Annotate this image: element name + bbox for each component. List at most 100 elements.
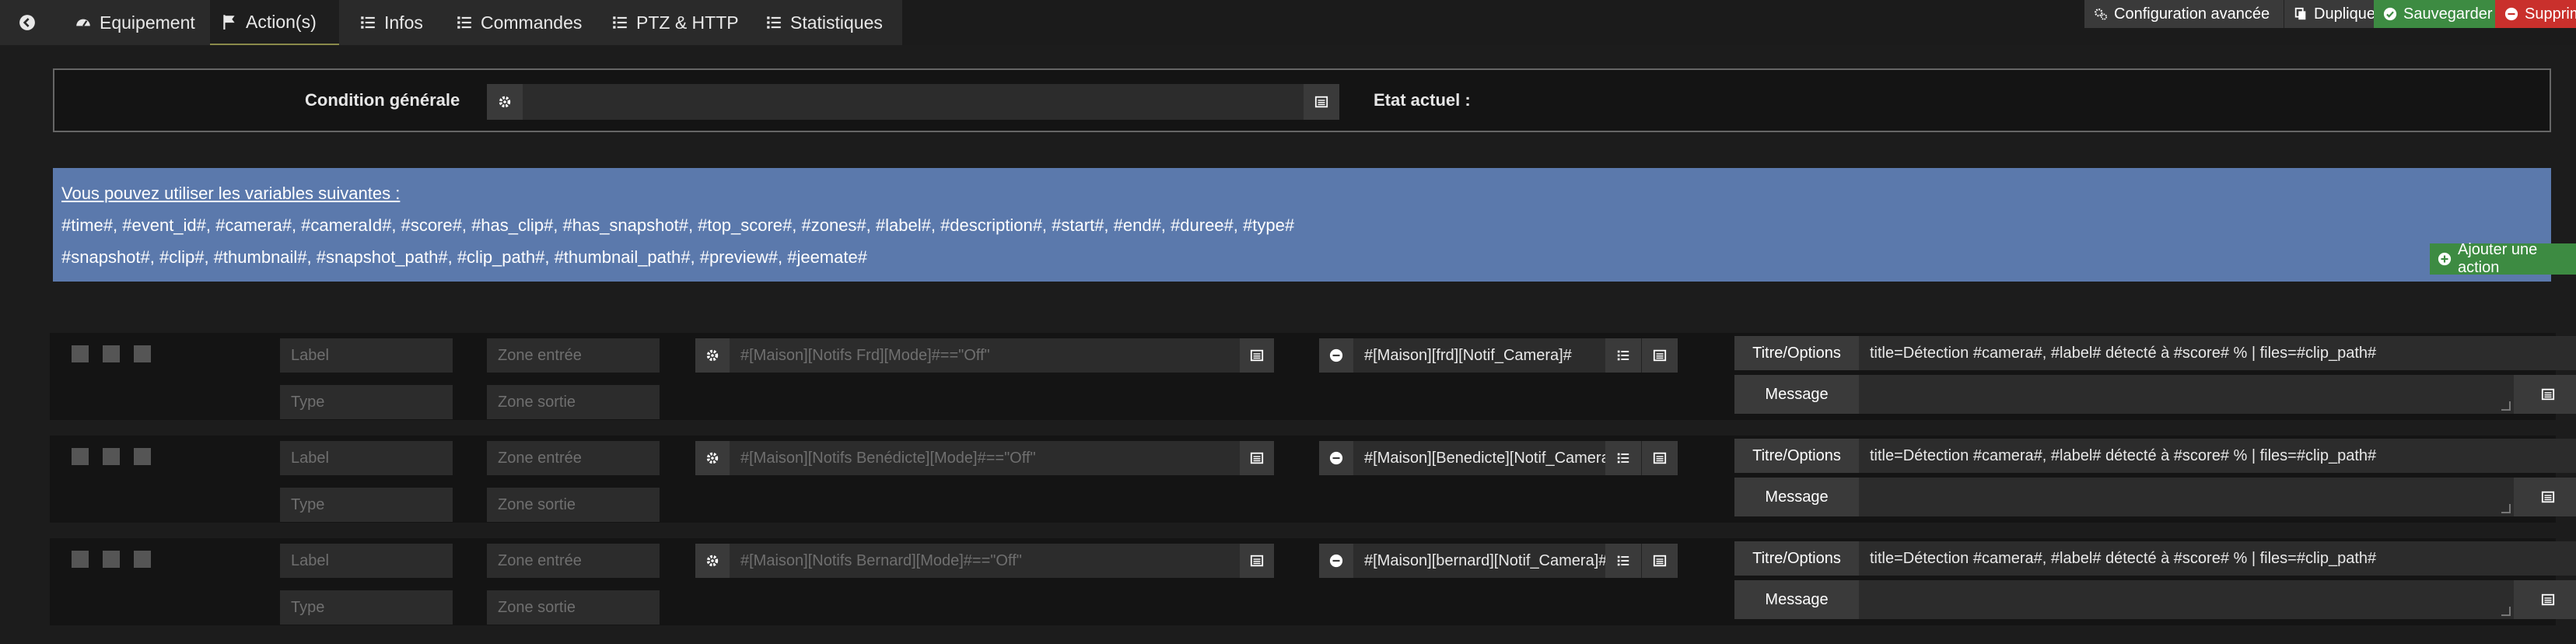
- condition-list-button[interactable]: [1240, 441, 1274, 475]
- zone-out-input[interactable]: Zone sortie: [487, 385, 660, 419]
- tab-label: Commandes: [481, 12, 583, 33]
- variables-line-1: #time#, #event_id#, #camera#, #cameraId#…: [61, 215, 1295, 235]
- action-command-input[interactable]: #[Maison][bernard][Notif_Camera]#: [1353, 544, 1605, 578]
- message-list-button[interactable]: [2514, 580, 2576, 619]
- check-circle-icon: [2383, 7, 2397, 21]
- list-alt-icon: [1314, 95, 1328, 109]
- message-label: Message: [1734, 478, 1859, 516]
- enable-checkbox[interactable]: [72, 551, 89, 568]
- label-input[interactable]: Label: [280, 544, 453, 578]
- add-action-button[interactable]: Ajouter une action: [2430, 241, 2576, 276]
- message-list-button[interactable]: [2514, 375, 2576, 414]
- enable-checkbox[interactable]: [72, 448, 89, 465]
- plus-circle-icon: [2438, 252, 2452, 266]
- list-alt-icon: [2541, 387, 2555, 401]
- tab-commandes[interactable]: Commandes: [445, 0, 593, 45]
- back-button[interactable]: [0, 0, 54, 45]
- general-condition-label: Condition générale: [305, 90, 460, 110]
- title-options-input[interactable]: title=Détection #camera#, #label# détect…: [1859, 439, 2576, 473]
- list-icon: [1616, 451, 1630, 465]
- condition-list-button[interactable]: [1304, 84, 1339, 120]
- list-icon: [456, 14, 473, 31]
- list-alt-icon: [1250, 554, 1264, 568]
- resize-handle[interactable]: [2501, 504, 2511, 513]
- title-options-label: Titre/Options: [1734, 439, 1859, 473]
- action-condition-input[interactable]: #[Maison][Notifs Frd][Mode]#=="Off": [730, 338, 1240, 373]
- general-condition-input[interactable]: [523, 84, 1304, 120]
- type-input[interactable]: Type: [280, 590, 453, 625]
- flag-icon: [221, 13, 238, 30]
- label-input[interactable]: Label: [280, 441, 453, 475]
- title-options-input[interactable]: title=Détection #camera#, #label# détect…: [1859, 541, 2576, 576]
- action-condition-input[interactable]: #[Maison][Notifs Benédicte][Mode]#=="Off…: [730, 441, 1240, 475]
- resize-handle[interactable]: [2501, 401, 2511, 411]
- message-textarea[interactable]: [1859, 580, 2514, 619]
- condition-gear-button[interactable]: [695, 441, 730, 475]
- title-options-label: Titre/Options: [1734, 541, 1859, 576]
- message-textarea[interactable]: [1859, 478, 2514, 516]
- tab-equipement[interactable]: Equipement: [64, 0, 206, 45]
- command-select-button[interactable]: [1641, 338, 1678, 373]
- zone-in-input[interactable]: Zone entrée: [487, 544, 660, 578]
- save-button[interactable]: Sauvegarder: [2374, 0, 2495, 28]
- command-select-button[interactable]: [1641, 441, 1678, 475]
- condition-gear-button[interactable]: [487, 84, 523, 120]
- command-select-button[interactable]: [1641, 544, 1678, 578]
- type-input[interactable]: Type: [280, 385, 453, 419]
- zone-out-input[interactable]: Zone sortie: [487, 488, 660, 522]
- list-icon: [1616, 554, 1630, 568]
- enable-checkbox[interactable]: [72, 345, 89, 362]
- command-list-button[interactable]: [1605, 338, 1641, 373]
- action-command-input[interactable]: #[Maison][Benedicte][Notif_Camera]: [1353, 441, 1605, 475]
- background-checkbox[interactable]: [103, 551, 120, 568]
- duplicate-label: Dupliquer: [2314, 5, 2381, 23]
- advanced-config-button[interactable]: Configuration avancée: [2084, 0, 2284, 28]
- tab-strip: Equipement Action(s) Infos Commandes PTZ…: [0, 0, 902, 45]
- tab-label: PTZ & HTTP: [636, 12, 739, 33]
- list-icon: [359, 14, 376, 31]
- message-textarea[interactable]: [1859, 375, 2514, 414]
- title-options-input[interactable]: title=Détection #camera#, #label# détect…: [1859, 336, 2576, 370]
- action-row: Label Type Zone entrée Zone sortie #[Mai…: [50, 333, 2576, 420]
- tab-label: Statistiques: [790, 12, 883, 33]
- log-checkbox[interactable]: [134, 345, 151, 362]
- delete-button[interactable]: Supprim: [2495, 0, 2576, 28]
- duplicate-button[interactable]: Dupliquer: [2284, 0, 2381, 28]
- tab-ptz-http[interactable]: PTZ & HTTP: [600, 0, 750, 45]
- background-checkbox[interactable]: [103, 448, 120, 465]
- condition-gear-button[interactable]: [695, 338, 730, 373]
- tab-actions[interactable]: Action(s): [210, 0, 339, 45]
- log-checkbox[interactable]: [134, 551, 151, 568]
- condition-gear-button[interactable]: [695, 544, 730, 578]
- tab-statistiques[interactable]: Statistiques: [754, 0, 894, 45]
- list-alt-icon: [1250, 348, 1264, 362]
- list-alt-icon: [2541, 490, 2555, 504]
- message-list-button[interactable]: [2514, 478, 2576, 516]
- variables-line-2: #snapshot#, #clip#, #thumbnail#, #snapsh…: [61, 247, 867, 267]
- zone-out-input[interactable]: Zone sortie: [487, 590, 660, 625]
- condition-list-button[interactable]: [1240, 338, 1274, 373]
- type-input[interactable]: Type: [280, 488, 453, 522]
- minus-circle-icon: [1329, 348, 1343, 362]
- action-command-input[interactable]: #[Maison][frd][Notif_Camera]#: [1353, 338, 1605, 373]
- tab-infos[interactable]: Infos: [348, 0, 434, 45]
- zone-in-input[interactable]: Zone entrée: [487, 441, 660, 475]
- remove-action-button[interactable]: [1319, 441, 1353, 475]
- remove-action-button[interactable]: [1319, 338, 1353, 373]
- command-list-button[interactable]: [1605, 544, 1641, 578]
- tab-label: Infos: [384, 12, 423, 33]
- log-checkbox[interactable]: [134, 448, 151, 465]
- remove-action-button[interactable]: [1319, 544, 1353, 578]
- list-alt-icon: [2541, 593, 2555, 607]
- zone-in-input[interactable]: Zone entrée: [487, 338, 660, 373]
- condition-list-button[interactable]: [1240, 544, 1274, 578]
- command-list-button[interactable]: [1605, 441, 1641, 475]
- resize-handle[interactable]: [2501, 607, 2511, 616]
- list-alt-icon: [1653, 554, 1667, 568]
- label-input[interactable]: Label: [280, 338, 453, 373]
- list-alt-icon: [1653, 348, 1667, 362]
- action-condition-input[interactable]: #[Maison][Notifs Bernard][Mode]#=="Off": [730, 544, 1240, 578]
- background-checkbox[interactable]: [103, 345, 120, 362]
- variables-title: Vous pouvez utiliser les variables suiva…: [61, 184, 401, 203]
- action-row: Label Type Zone entrée Zone sortie #[Mai…: [50, 436, 2576, 523]
